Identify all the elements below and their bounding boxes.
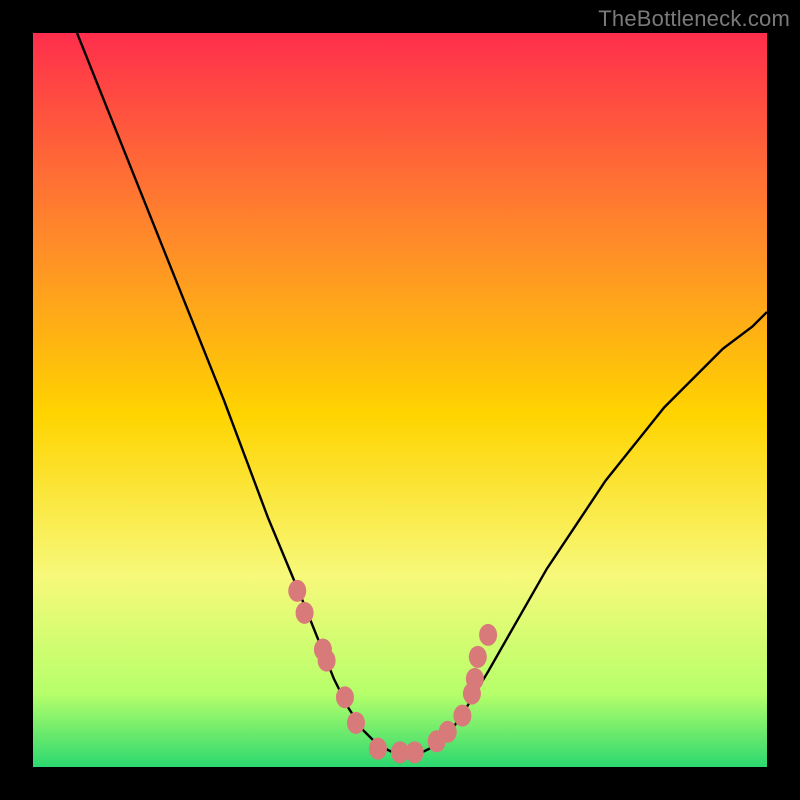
plot-area (33, 33, 767, 767)
chart-svg (33, 33, 767, 767)
cluster-marker (296, 602, 314, 624)
cluster-marker (439, 721, 457, 743)
chart-frame: TheBottleneck.com (0, 0, 800, 800)
watermark-text: TheBottleneck.com (598, 6, 790, 32)
cluster-marker (288, 580, 306, 602)
cluster-marker (466, 668, 484, 690)
cluster-marker (453, 705, 471, 727)
cluster-marker (479, 624, 497, 646)
gradient-background (33, 33, 767, 767)
cluster-marker (318, 650, 336, 672)
cluster-marker (369, 738, 387, 760)
cluster-marker (469, 646, 487, 668)
cluster-marker (347, 712, 365, 734)
cluster-marker (336, 686, 354, 708)
cluster-marker (406, 741, 424, 763)
